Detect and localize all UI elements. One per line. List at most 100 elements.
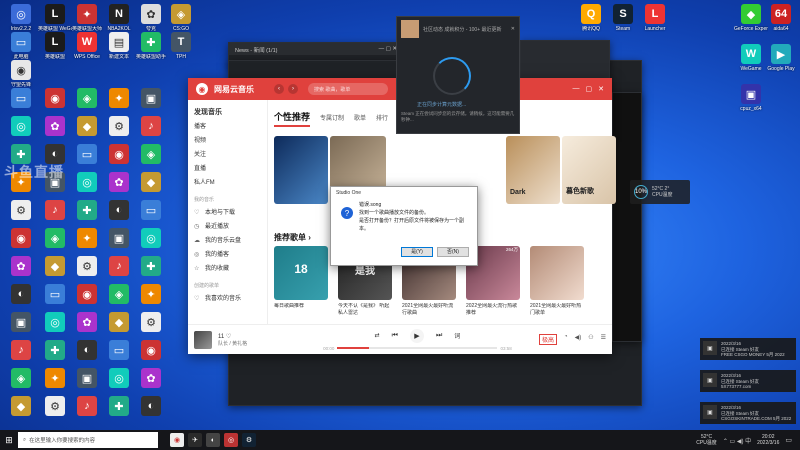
- sidebar-item[interactable]: ♡ 本地与下载: [194, 206, 267, 220]
- back-arrow-icon[interactable]: ‹: [274, 84, 284, 94]
- playlist-cover[interactable]: [530, 246, 584, 300]
- desktop-icon[interactable]: ◉: [38, 88, 72, 110]
- close-icon[interactable]: ✕: [511, 26, 515, 32]
- desktop-icon[interactable]: W WPS Office: [70, 32, 104, 60]
- desktop-icon[interactable]: ✦ 英雄联盟大师: [70, 4, 104, 32]
- shuffle-icon[interactable]: ⇄: [375, 332, 380, 339]
- desktop-icon[interactable]: ◉: [4, 228, 38, 250]
- notification-toast[interactable]: ▣ 2022/3/16 已连接 Steam 好友 FREE CSGO MONEY 5月…: [700, 338, 796, 360]
- desktop-icon[interactable]: ✦: [70, 228, 104, 250]
- desktop-icon[interactable]: ◐: [70, 340, 104, 362]
- progress-bar[interactable]: [337, 347, 498, 349]
- desktop-icon[interactable]: ✿: [38, 116, 72, 138]
- sidebar-item[interactable]: 私人FM: [194, 176, 267, 190]
- desktop-icon[interactable]: ✚: [134, 256, 168, 278]
- taskbar-app-icon[interactable]: ◐: [206, 433, 220, 447]
- desktop-icon[interactable]: ⚙: [38, 396, 72, 418]
- desktop-icon[interactable]: ◆ GeForce Experience: [734, 4, 768, 32]
- song-title[interactable]: 11 ♡: [218, 333, 247, 340]
- tab[interactable]: 个性推荐: [274, 110, 311, 127]
- desktop-icon[interactable]: ♪: [38, 200, 72, 222]
- desktop-icon[interactable]: ▭: [70, 144, 104, 166]
- playlist-icon[interactable]: ☰: [601, 334, 606, 345]
- desktop-icon[interactable]: ✿: [134, 368, 168, 390]
- sidebar-item[interactable]: 播客: [194, 120, 267, 134]
- playlist-card[interactable]: 18 每日歌曲推荐: [274, 246, 328, 317]
- tray-icons[interactable]: ⌃ ▭ ◀) 中: [723, 436, 751, 445]
- maximize-icon[interactable]: ▢: [586, 85, 593, 93]
- desktop-icon[interactable]: S Steam: [606, 4, 640, 32]
- desktop-icon[interactable]: ◈: [70, 88, 104, 110]
- album-cover[interactable]: [194, 330, 212, 349]
- desktop-icon[interactable]: ◉ 守望先锋: [4, 60, 38, 88]
- desktop-icon[interactable]: ▭ 此电脑: [4, 32, 38, 60]
- taskbar-app-icon[interactable]: ✈: [188, 433, 202, 447]
- quality-badge[interactable]: 极高: [538, 334, 557, 345]
- desktop-icon[interactable]: ▭: [38, 284, 72, 306]
- desktop-icon[interactable]: ◆: [70, 116, 104, 138]
- desktop-icon[interactable]: ◈: [4, 368, 38, 390]
- tab[interactable]: 歌单: [354, 113, 366, 122]
- search-input[interactable]: 搜索 歌曲，歌单: [308, 83, 388, 95]
- playlist-title[interactable]: 2021全网最火最好听热门歌单: [530, 303, 584, 317]
- sidebar-item[interactable]: ♡ 我喜欢的音乐: [194, 292, 267, 306]
- no-button[interactable]: 否(N): [437, 247, 469, 257]
- desktop-icon[interactable]: ⚙: [102, 116, 136, 138]
- desktop-icon[interactable]: ✿ 夸克: [134, 4, 168, 32]
- desktop-icon[interactable]: ◈: [38, 228, 72, 250]
- desktop-icon[interactable]: ⚙: [4, 200, 38, 222]
- desktop-icon[interactable]: ▣ cpuz_x64: [734, 84, 768, 112]
- window-controls[interactable]: — ▢ ✕: [379, 46, 397, 52]
- desktop-icon[interactable]: ▣: [134, 88, 168, 110]
- desktop-icon[interactable]: ▭: [102, 340, 136, 362]
- recommended-playlists-title[interactable]: 推荐歌单 ›: [274, 232, 311, 243]
- playlist-title[interactable]: 2022全网最火流行热歌推荐: [466, 303, 520, 317]
- taskbar-app-icon[interactable]: ◉: [170, 433, 184, 447]
- desktop-icon[interactable]: W WeGame: [734, 44, 768, 72]
- desktop-icon[interactable]: ◉: [70, 284, 104, 306]
- banner-card[interactable]: Dark: [506, 136, 560, 204]
- desktop-icon[interactable]: L 英雄联盟: [38, 32, 72, 60]
- desktop-icon[interactable]: ♪: [70, 396, 104, 418]
- desktop-icon[interactable]: ◈: [102, 284, 136, 306]
- desktop-icon[interactable]: ◎: [38, 312, 72, 334]
- banner-card[interactable]: 暮色新歌: [562, 136, 616, 204]
- sound-effect-icon[interactable]: ◔: [564, 334, 568, 345]
- close-icon[interactable]: ✕: [598, 85, 604, 93]
- taskbar-app-icon[interactable]: ⚙: [242, 433, 256, 447]
- desktop-icon[interactable]: ✚: [38, 340, 72, 362]
- desktop-icon[interactable]: ◐: [4, 284, 38, 306]
- sidebar-item[interactable]: ◎ 我的播客: [194, 248, 267, 262]
- desktop-icon[interactable]: ♪: [102, 256, 136, 278]
- together-icon[interactable]: ⚇: [588, 334, 593, 345]
- play-button[interactable]: ▶: [409, 328, 424, 343]
- desktop-icon[interactable]: ◎: [102, 368, 136, 390]
- desktop-icon[interactable]: ◎: [4, 116, 38, 138]
- volume-icon[interactable]: ◀): [575, 334, 582, 345]
- desktop-icon[interactable]: ✿: [70, 312, 104, 334]
- desktop-icon[interactable]: ◆: [38, 256, 72, 278]
- desktop-icon[interactable]: ▣: [102, 228, 136, 250]
- tray-clock[interactable]: 20:02 2022/3/16: [757, 434, 779, 446]
- desktop-icon[interactable]: ✚ 英雄联盟助手: [134, 32, 168, 60]
- desktop-icon[interactable]: ◎ Irisv2.2.2: [4, 4, 38, 32]
- desktop-icon[interactable]: ◐: [102, 200, 136, 222]
- desktop-icon[interactable]: ◐: [134, 396, 168, 418]
- windows-start-icon[interactable]: ⊞: [0, 435, 18, 446]
- desktop-icon[interactable]: 64 aida64: [764, 4, 798, 32]
- sidebar-item[interactable]: ☆ 我的收藏: [194, 262, 267, 276]
- desktop-icon[interactable]: ✦: [102, 88, 136, 110]
- desktop-icon[interactable]: ✦: [38, 368, 72, 390]
- desktop-icon[interactable]: ◎: [134, 228, 168, 250]
- desktop-icon[interactable]: ◈: [134, 144, 168, 166]
- desktop-icon[interactable]: ▶ Google Play: [764, 44, 798, 72]
- next-icon[interactable]: ⏭: [436, 332, 442, 340]
- desktop-icon[interactable]: ⚙: [134, 312, 168, 334]
- sidebar-item[interactable]: 关注: [194, 148, 267, 162]
- taskbar-app-icon[interactable]: ◎: [224, 433, 238, 447]
- desktop-icon[interactable]: T TPH: [164, 32, 198, 60]
- desktop-icon[interactable]: L Launcher: [638, 4, 672, 32]
- desktop-icon[interactable]: ✦: [134, 284, 168, 306]
- desktop-icon[interactable]: ▣: [4, 312, 38, 334]
- playlist-cover[interactable]: 18: [274, 246, 328, 300]
